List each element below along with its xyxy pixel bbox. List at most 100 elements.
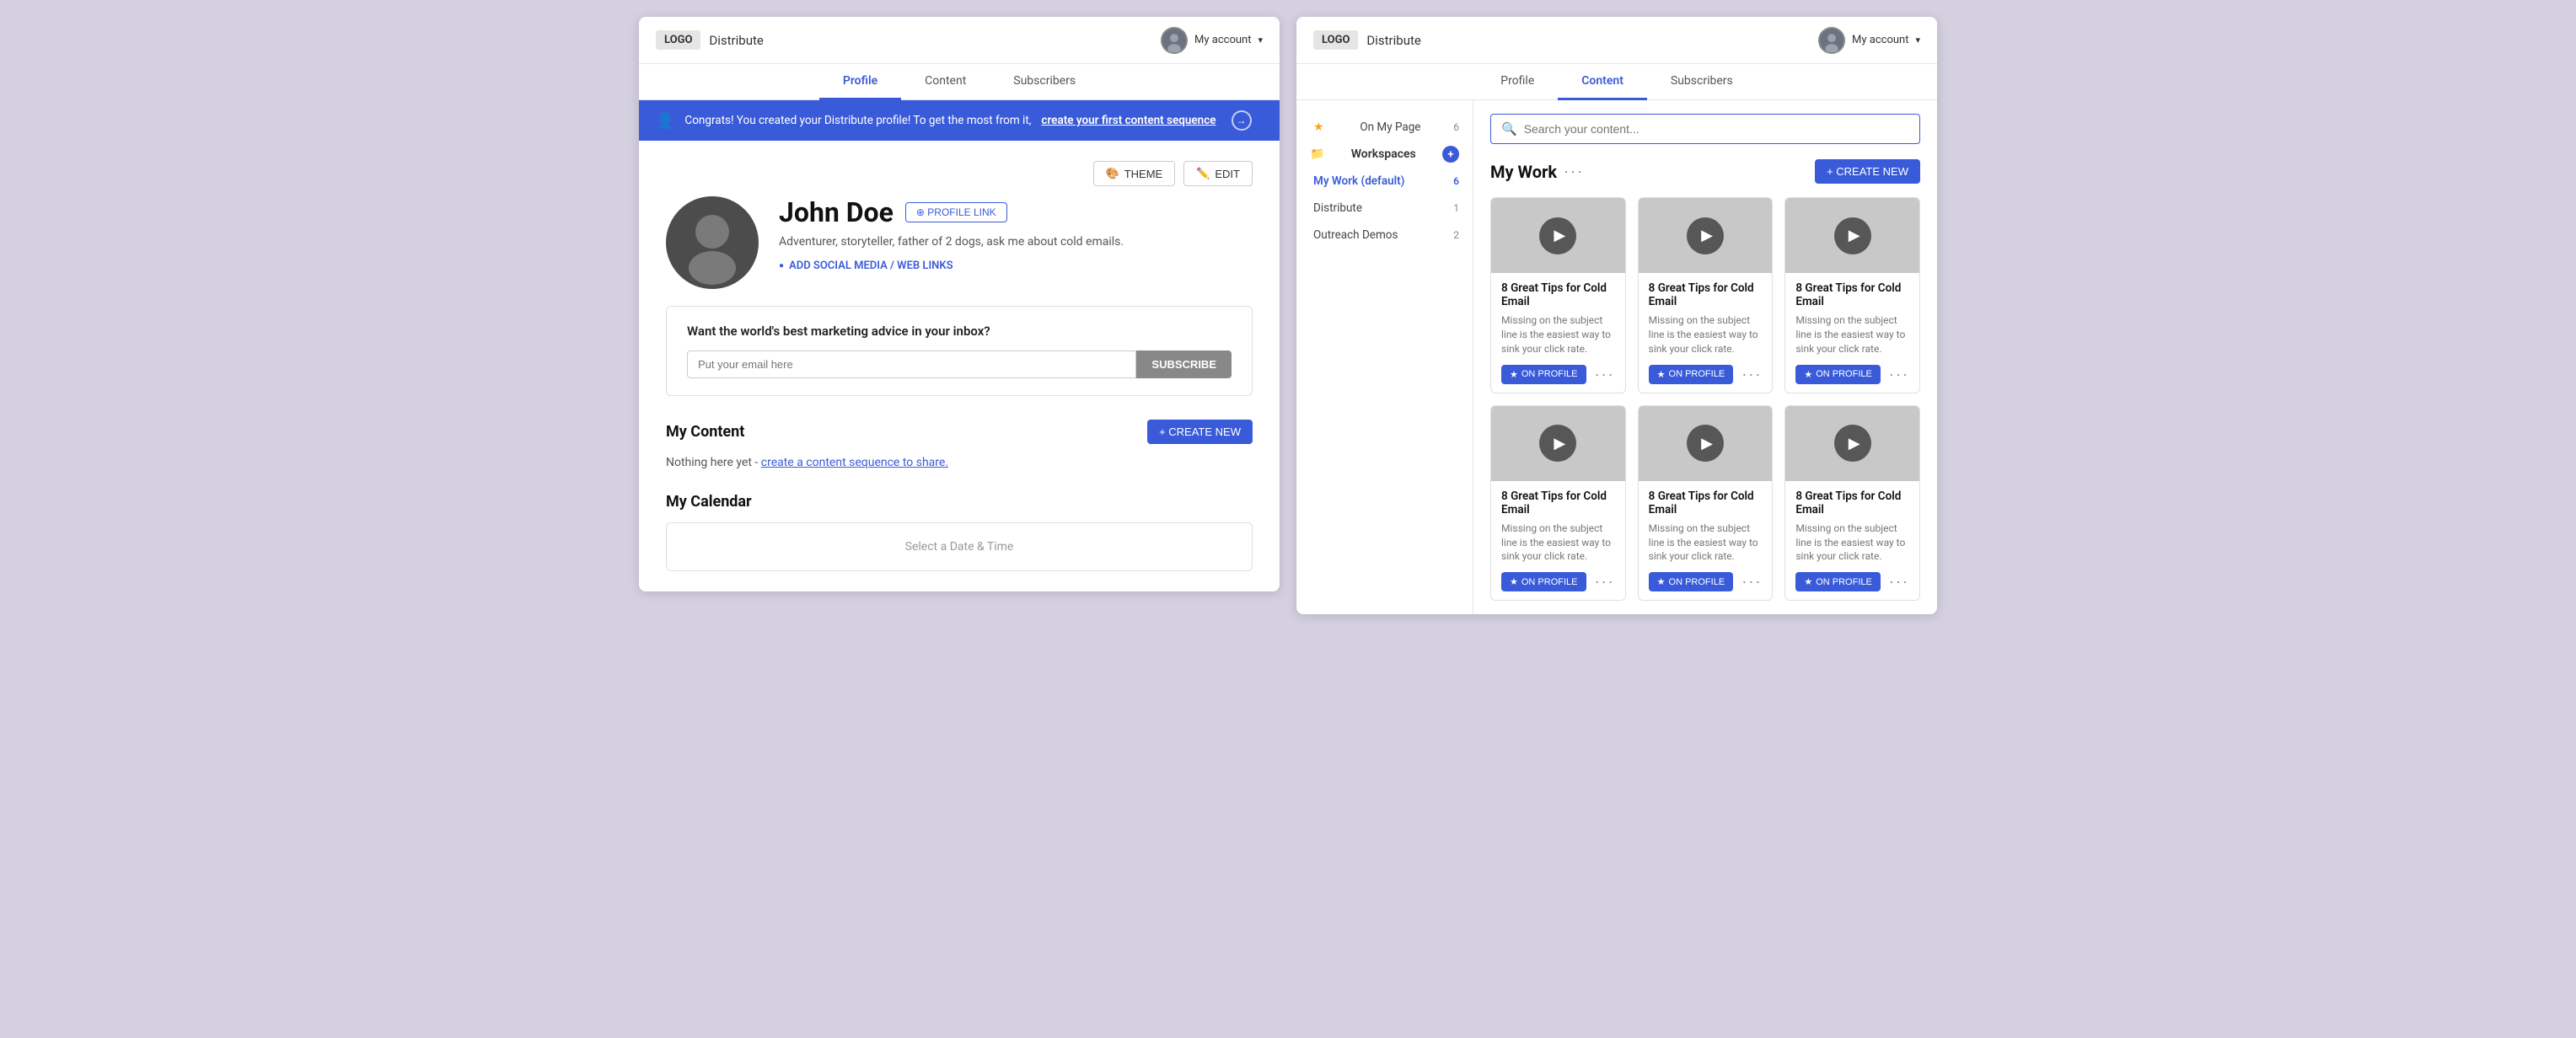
edit-button[interactable]: ✏️ EDIT: [1183, 161, 1253, 186]
account-menu-left[interactable]: My account: [1161, 27, 1263, 54]
profile-link-button[interactable]: ⊕ PROFILE LINK: [905, 202, 1007, 222]
email-input[interactable]: [687, 350, 1136, 378]
card-body-5: 8 Great Tips for Cold Email Missing on t…: [1639, 481, 1773, 600]
content-card-5: ▶ 8 Great Tips for Cold Email Missing on…: [1638, 405, 1774, 602]
content-card-3: ▶ 8 Great Tips for Cold Email Missing on…: [1784, 197, 1920, 393]
distribute-ws-count: 1: [1453, 202, 1459, 214]
card-menu-btn-2[interactable]: ···: [1741, 366, 1762, 383]
card-desc-3: Missing on the subject line is the easie…: [1795, 313, 1909, 356]
profile-header-row: John Doe ⊕ PROFILE LINK Adventurer, stor…: [666, 196, 1253, 289]
card-menu-btn-3[interactable]: ···: [1889, 366, 1909, 383]
create-new-content-button[interactable]: + CREATE NEW: [1147, 420, 1253, 444]
subscribe-title: Want the world's best marketing advice i…: [687, 324, 1232, 339]
play-button-1[interactable]: ▶: [1539, 217, 1576, 254]
account-menu-right[interactable]: My account: [1818, 27, 1920, 54]
tab-content-left[interactable]: Content: [901, 64, 990, 100]
play-button-6[interactable]: ▶: [1834, 425, 1871, 462]
play-button-4[interactable]: ▶: [1539, 425, 1576, 462]
distribute-ws-label: Distribute: [1313, 201, 1362, 215]
header-left: LOGO Distribute My account: [639, 17, 1280, 64]
card-desc-6: Missing on the subject line is the easie…: [1795, 522, 1909, 564]
star-icon-6: ★: [1804, 576, 1812, 587]
outreach-count: 2: [1453, 229, 1459, 241]
play-button-2[interactable]: ▶: [1687, 217, 1724, 254]
card-menu-btn-6[interactable]: ···: [1889, 573, 1909, 591]
search-input[interactable]: [1524, 122, 1909, 136]
card-menu-btn-4[interactable]: ···: [1595, 573, 1615, 591]
tab-subscribers-right[interactable]: Subscribers: [1647, 64, 1757, 100]
create-new-work-button[interactable]: + CREATE NEW: [1815, 159, 1920, 184]
card-menu-btn-1[interactable]: ···: [1595, 366, 1615, 383]
account-chevron-right: [1915, 34, 1920, 46]
on-profile-btn-4[interactable]: ★ ON PROFILE: [1501, 572, 1586, 591]
content-card-1: ▶ 8 Great Tips for Cold Email Missing on…: [1490, 197, 1626, 393]
on-profile-btn-3[interactable]: ★ ON PROFILE: [1795, 365, 1881, 384]
banner-link[interactable]: create your first content sequence: [1041, 114, 1216, 127]
search-bar: 🔍: [1490, 114, 1920, 144]
my-work-count: 6: [1453, 175, 1459, 187]
tab-profile-right[interactable]: Profile: [1477, 64, 1558, 100]
subscribe-box: Want the world's best marketing advice i…: [666, 306, 1253, 396]
subscribe-button[interactable]: SUBSCRIBE: [1136, 350, 1232, 378]
on-profile-btn-1[interactable]: ★ ON PROFILE: [1501, 365, 1586, 384]
tab-profile-left[interactable]: Profile: [819, 64, 901, 100]
play-button-3[interactable]: ▶: [1834, 217, 1871, 254]
distribute-label-left: Distribute: [709, 33, 1152, 48]
star-icon: ★: [1313, 120, 1324, 134]
theme-icon: 🎨: [1106, 167, 1119, 180]
content-grid: ▶ 8 Great Tips for Cold Email Missing on…: [1490, 197, 1920, 601]
play-button-5[interactable]: ▶: [1687, 425, 1724, 462]
my-content-title: My Content: [666, 423, 744, 441]
add-social-link[interactable]: ADD SOCIAL MEDIA / WEB LINKS: [779, 260, 1253, 272]
my-work-menu-button[interactable]: ···: [1564, 163, 1584, 180]
card-body-2: 8 Great Tips for Cold Email Missing on t…: [1639, 273, 1773, 392]
sidebar-item-outreach[interactable]: Outreach Demos 2: [1296, 222, 1473, 249]
profile-photo: [666, 196, 759, 289]
theme-button[interactable]: 🎨 THEME: [1093, 161, 1176, 186]
on-profile-btn-2[interactable]: ★ ON PROFILE: [1649, 365, 1734, 384]
on-profile-btn-5[interactable]: ★ ON PROFILE: [1649, 572, 1734, 591]
avatar-left: [1161, 27, 1188, 54]
card-thumbnail-2[interactable]: ▶: [1639, 198, 1773, 273]
on-my-page-label: On My Page: [1360, 120, 1420, 134]
card-title-6: 8 Great Tips for Cold Email: [1795, 490, 1909, 516]
banner: 👤 Congrats! You created your Distribute …: [639, 100, 1280, 141]
sidebar-item-distribute[interactable]: Distribute 1: [1296, 195, 1473, 222]
star-icon-5: ★: [1657, 576, 1666, 587]
card-thumbnail-4[interactable]: ▶: [1491, 406, 1625, 481]
card-menu-btn-5[interactable]: ···: [1741, 573, 1762, 591]
profile-section: 🎨 THEME ✏️ EDIT John Doe: [639, 141, 1280, 591]
card-footer-5: ★ ON PROFILE ···: [1649, 572, 1763, 591]
card-thumbnail-6[interactable]: ▶: [1785, 406, 1919, 481]
content-card-6: ▶ 8 Great Tips for Cold Email Missing on…: [1784, 405, 1920, 602]
star-icon-1: ★: [1510, 369, 1518, 380]
card-footer-1: ★ ON PROFILE ···: [1501, 365, 1615, 384]
card-body-1: 8 Great Tips for Cold Email Missing on t…: [1491, 273, 1625, 392]
panel-right: LOGO Distribute My account Profile Conte…: [1296, 17, 1937, 614]
card-thumbnail-5[interactable]: ▶: [1639, 406, 1773, 481]
create-sequence-link[interactable]: create a content sequence to share.: [761, 456, 948, 469]
panel-left: LOGO Distribute My account Profile Conte…: [639, 17, 1280, 591]
card-thumbnail-3[interactable]: ▶: [1785, 198, 1919, 273]
nav-tabs-left: Profile Content Subscribers: [639, 64, 1280, 100]
sidebar-on-my-page[interactable]: ★ On My Page 6: [1296, 114, 1473, 141]
calendar-box[interactable]: Select a Date & Time: [666, 522, 1253, 571]
on-profile-btn-6[interactable]: ★ ON PROFILE: [1795, 572, 1881, 591]
tab-content-right[interactable]: Content: [1558, 64, 1647, 100]
card-thumbnail-1[interactable]: ▶: [1491, 198, 1625, 273]
sidebar-item-my-work[interactable]: My Work (default) 6: [1296, 168, 1473, 195]
banner-arrow[interactable]: →: [1232, 110, 1252, 131]
workspaces-add-button[interactable]: +: [1442, 146, 1459, 163]
account-label-left: My account: [1194, 34, 1251, 46]
content-empty-text: Nothing here yet - create a content sequ…: [666, 456, 1253, 469]
workspaces-header[interactable]: 📁 Workspaces +: [1296, 141, 1473, 168]
outreach-label: Outreach Demos: [1313, 228, 1398, 242]
card-desc-1: Missing on the subject line is the easie…: [1501, 313, 1615, 356]
banner-icon: 👤: [656, 112, 674, 130]
my-work-title: My Work ···: [1490, 162, 1584, 182]
subscribe-form: SUBSCRIBE: [687, 350, 1232, 378]
my-calendar-title: My Calendar: [666, 493, 752, 511]
tab-subscribers-left[interactable]: Subscribers: [990, 64, 1099, 100]
edit-icon: ✏️: [1196, 167, 1210, 180]
banner-text: Congrats! You created your Distribute pr…: [684, 114, 1031, 127]
